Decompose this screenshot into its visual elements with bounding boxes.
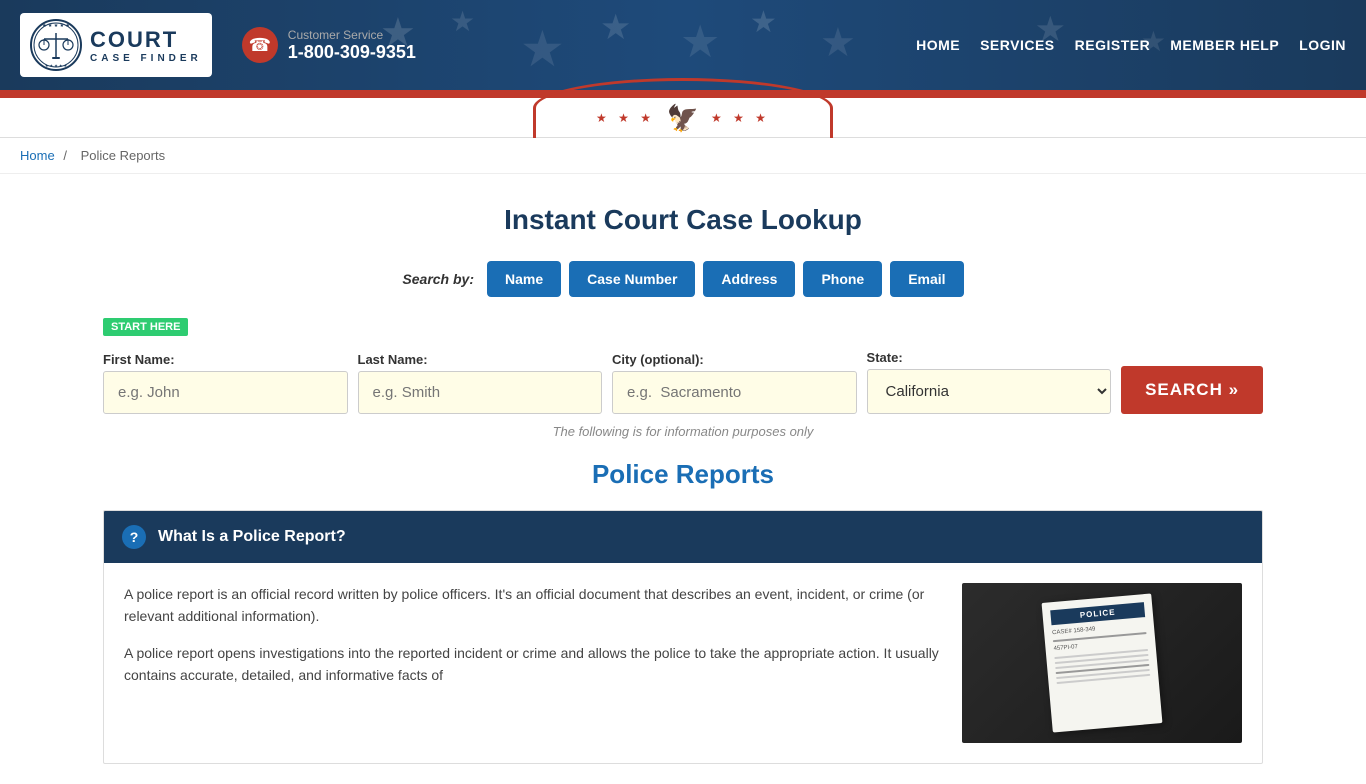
logo-case-finder-text: CASE FINDER — [90, 53, 202, 64]
nav-login[interactable]: LOGIN — [1299, 37, 1346, 53]
last-name-group: Last Name: — [358, 352, 603, 414]
info-text-2: A police report opens investigations int… — [124, 642, 942, 687]
disclaimer: The following is for information purpose… — [103, 424, 1263, 439]
logo-emblem: ★ ★ ★ ★ ★ ★ ★ ★ ★ ★ — [30, 19, 82, 71]
first-name-label: First Name: — [103, 352, 348, 367]
breadcrumb: Home / Police Reports — [0, 138, 1366, 174]
info-box-text: A police report is an official record wr… — [124, 583, 942, 701]
search-tab-case-number[interactable]: Case Number — [569, 261, 695, 297]
search-form: First Name: Last Name: City (optional): … — [103, 350, 1263, 414]
info-box-title: What Is a Police Report? — [158, 528, 346, 546]
question-icon: ? — [122, 525, 146, 549]
section-title: Police Reports — [103, 459, 1263, 490]
header-nav: HOME SERVICES REGISTER MEMBER HELP LOGIN — [916, 37, 1346, 53]
logo-box: ★ ★ ★ ★ ★ ★ ★ ★ ★ ★ COURT CASE FINDER — [20, 13, 212, 77]
start-here-badge: START HERE — [103, 318, 188, 336]
search-tab-address[interactable]: Address — [703, 261, 795, 297]
info-box-header: ? What Is a Police Report? — [104, 511, 1262, 563]
search-tab-name[interactable]: Name — [487, 261, 561, 297]
last-name-label: Last Name: — [358, 352, 603, 367]
logo-court-text: COURT — [90, 27, 202, 53]
main-content: Instant Court Case Lookup Search by: Nam… — [83, 174, 1283, 784]
customer-service: ☎ Customer Service 1-800-309-9351 — [242, 27, 416, 63]
info-box: ? What Is a Police Report? A police repo… — [103, 510, 1263, 764]
search-by-row: Search by: Name Case Number Address Phon… — [103, 261, 1263, 297]
search-button[interactable]: SEARCH » — [1121, 366, 1263, 414]
nav-register[interactable]: REGISTER — [1075, 37, 1151, 53]
site-header: ★ ★ ★ ★ ★ ★ ★ ★ ★ ★ ★ ★ ★ ★ — [0, 0, 1366, 90]
nav-services[interactable]: SERVICES — [980, 37, 1055, 53]
nav-home[interactable]: HOME — [916, 37, 960, 53]
logo-area: ★ ★ ★ ★ ★ ★ ★ ★ ★ ★ COURT CASE FINDER — [20, 13, 416, 77]
breadcrumb-current: Police Reports — [81, 148, 166, 163]
page-title: Instant Court Case Lookup — [103, 204, 1263, 236]
state-label: State: — [867, 350, 1112, 365]
cs-text: Customer Service 1-800-309-9351 — [288, 28, 416, 63]
city-label: City (optional): — [612, 352, 857, 367]
cs-label: Customer Service — [288, 28, 416, 42]
last-name-input[interactable] — [358, 371, 603, 414]
info-box-body: A police report is an official record wr… — [104, 563, 1262, 763]
logo-text: COURT CASE FINDER — [90, 27, 202, 64]
eagle-arc — [533, 78, 833, 138]
city-input[interactable] — [612, 371, 857, 414]
nav-member-help[interactable]: MEMBER HELP — [1170, 37, 1279, 53]
breadcrumb-separator: / — [63, 148, 67, 163]
phone-icon: ☎ — [242, 27, 278, 63]
city-group: City (optional): — [612, 352, 857, 414]
search-by-label: Search by: — [402, 271, 474, 287]
police-report-image: POLICE CASE# 158-349 457PI-07 — [962, 583, 1242, 743]
breadcrumb-home[interactable]: Home — [20, 148, 55, 163]
search-tab-email[interactable]: Email — [890, 261, 963, 297]
state-select[interactable]: AlabamaAlaskaArizonaArkansasCaliforniaCo… — [867, 369, 1112, 414]
eagle-banner: ★ ★ ★ 🦅 ★ ★ ★ — [0, 98, 1366, 138]
state-group: State: AlabamaAlaskaArizonaArkansasCalif… — [867, 350, 1112, 414]
header-content: ★ ★ ★ ★ ★ ★ ★ ★ ★ ★ COURT CASE FINDER — [0, 13, 1366, 77]
svg-text:★ ★ ★ ★ ★: ★ ★ ★ ★ ★ — [45, 63, 68, 68]
svg-text:★ ★ ★ ★ ★: ★ ★ ★ ★ ★ — [42, 23, 70, 29]
report-visual: POLICE CASE# 158-349 457PI-07 — [962, 583, 1242, 743]
first-name-input[interactable] — [103, 371, 348, 414]
cs-phone: 1-800-309-9351 — [288, 42, 416, 63]
search-tab-phone[interactable]: Phone — [803, 261, 882, 297]
report-paper: POLICE CASE# 158-349 457PI-07 — [1042, 593, 1163, 732]
first-name-group: First Name: — [103, 352, 348, 414]
info-text-1: A police report is an official record wr… — [124, 583, 942, 628]
